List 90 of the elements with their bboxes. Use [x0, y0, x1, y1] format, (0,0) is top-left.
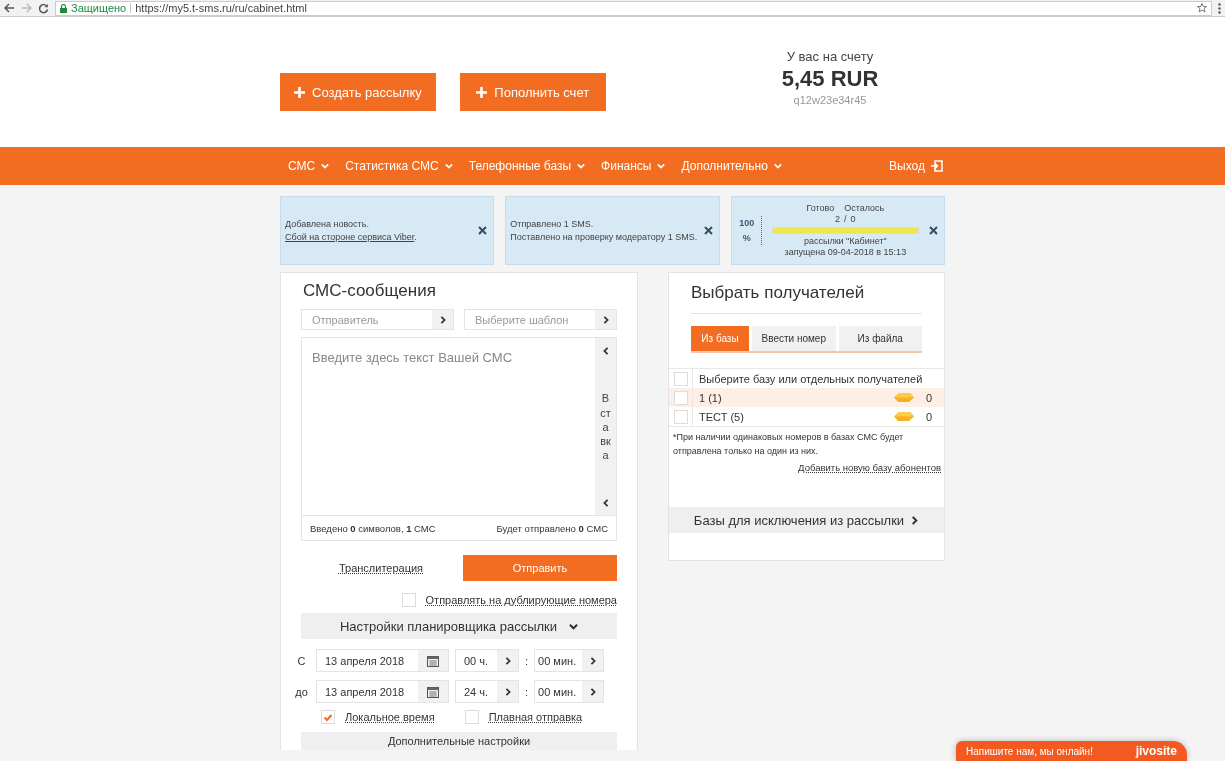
- chevron-left-icon: [601, 347, 610, 355]
- separator: /: [844, 214, 847, 225]
- balance-label: У вас на счету: [785, 49, 875, 64]
- time-separator: :: [525, 654, 529, 667]
- close-icon[interactable]: [929, 226, 938, 235]
- chevron-right-icon: [503, 656, 512, 665]
- checkbox[interactable]: [321, 710, 335, 724]
- menu-icon[interactable]: [1218, 2, 1221, 14]
- base-count: 0: [924, 410, 934, 423]
- bookmark-star-icon[interactable]: [1197, 3, 1207, 13]
- list-header: Выберите базу или отдельных получателей: [698, 372, 924, 385]
- chevron-right-icon: [503, 687, 512, 696]
- chat-prompt: Напишите нам, мы онлайн!: [966, 745, 1093, 757]
- chevron-down-icon: [773, 162, 782, 170]
- checkbox[interactable]: [673, 390, 688, 405]
- insert-sidebar[interactable]: Вставка: [595, 338, 616, 515]
- remaining-count: 0: [850, 214, 856, 225]
- address-bar[interactable]: Защищено https://my5.t-sms.ru/ru/cabinet.html: [55, 0, 1212, 16]
- minutes-select[interactable]: 00 мин.: [534, 649, 605, 672]
- base-name: ТЕСТ (5): [698, 410, 745, 423]
- more-settings-header[interactable]: Дополнительные настройки: [301, 732, 617, 750]
- exit-icon: [931, 160, 943, 172]
- account-login: q12w23e34r45: [792, 94, 868, 106]
- notice-text: Отправлено 1 SMS.: [510, 218, 595, 231]
- checkbox[interactable]: [464, 710, 479, 724]
- character-counter: Введено 0 символов, 1 СМС: [310, 522, 436, 534]
- chevron-down-icon: [321, 162, 330, 170]
- base-name: 1 (1): [698, 391, 723, 404]
- hours-select[interactable]: 00 ч.: [455, 649, 519, 672]
- checkbox-label: Плавная отправка: [488, 711, 583, 723]
- exclusions-header[interactable]: Базы для исключения из рассылки: [669, 507, 944, 533]
- reload-icon[interactable]: [38, 2, 49, 14]
- base-row[interactable]: ТЕСТ (5) 0: [669, 407, 944, 426]
- base-row[interactable]: 1 (1) 0: [669, 388, 944, 407]
- plus-icon: [476, 86, 488, 98]
- done-label: Готово: [806, 203, 835, 215]
- panel-title: СМС-сообщения: [303, 281, 437, 301]
- chevron-right-icon: [588, 687, 597, 696]
- remaining-label: Осталось: [844, 203, 885, 215]
- insert-label: Вставка: [600, 391, 611, 463]
- chevron-left-icon: [601, 499, 610, 507]
- date-field[interactable]: 13 апреля 2018: [316, 680, 449, 703]
- range-label: до: [294, 685, 309, 698]
- ingot-icon: [894, 393, 914, 402]
- base-count: 0: [924, 391, 934, 404]
- back-icon[interactable]: [4, 3, 15, 13]
- percent-label: 100 %: [735, 216, 762, 245]
- chevron-right-icon: [438, 315, 447, 324]
- add-base-link[interactable]: Добавить новую базу абонентов: [669, 462, 944, 473]
- calendar-icon[interactable]: [427, 654, 439, 667]
- ingot-icon: [894, 412, 914, 421]
- secure-label: Защищено: [71, 2, 127, 14]
- panel-title: Выбрать получателей: [691, 283, 922, 314]
- tab[interactable]: Из файла: [838, 326, 922, 351]
- balance-amount: 5,45 RUR: [780, 66, 880, 92]
- lock-icon: [60, 3, 67, 13]
- close-icon[interactable]: [703, 226, 713, 235]
- minutes-select[interactable]: 00 мин.: [534, 680, 605, 703]
- tab[interactable]: Ввести номер: [752, 326, 836, 351]
- calendar-icon[interactable]: [427, 685, 439, 698]
- chevron-down-icon: [444, 162, 453, 170]
- chevron-right-icon: [601, 315, 610, 324]
- message-field[interactable]: Введите здесь текст Вашей СМС: [302, 338, 595, 515]
- done-count: 2: [835, 214, 841, 225]
- campaign-start-time: запущена 09-04-2018 в 15:13: [783, 246, 908, 258]
- chevron-right-icon: [588, 656, 597, 665]
- chevron-down-icon: [657, 162, 666, 170]
- close-icon[interactable]: [478, 226, 488, 235]
- chevron-right-icon: [910, 515, 920, 525]
- checkbox[interactable]: [401, 593, 416, 607]
- notice-text: Добавлена новость. Сбой на стороне сервиса Viber.: [285, 218, 418, 243]
- chat-brand: jivosite: [1135, 744, 1177, 758]
- hours-select[interactable]: 24 ч.: [455, 680, 519, 703]
- checkbox[interactable]: [673, 371, 688, 386]
- chevron-down-icon: [569, 621, 579, 631]
- date-field[interactable]: 13 апреля 2018: [316, 649, 449, 672]
- checkbox[interactable]: [673, 409, 688, 424]
- send-counter: Будет отправлено 0 СМС: [496, 522, 608, 534]
- campaign-name: рассылки "Кабинет": [802, 236, 888, 247]
- transliteration-link[interactable]: Транслитерация: [301, 562, 461, 574]
- time-separator: :: [525, 685, 529, 698]
- plus-icon: [294, 86, 305, 98]
- scheduler-header[interactable]: Настройки планировщика рассылки: [301, 613, 617, 639]
- checkbox-label: Локальное время: [345, 711, 435, 723]
- notice-text: Поставлено на проверку модератору 1 SMS.: [510, 230, 698, 243]
- url-text: https://my5.t-sms.ru/ru/cabinet.html: [135, 2, 307, 14]
- note-text: *При наличии одинаковых номеров в базах СМС будет отправлена только на один из них.: [672, 431, 905, 458]
- checkbox-label: Отправлять на дублирующие номера: [425, 594, 617, 606]
- chevron-down-icon: [577, 162, 586, 170]
- range-label: С: [296, 654, 307, 667]
